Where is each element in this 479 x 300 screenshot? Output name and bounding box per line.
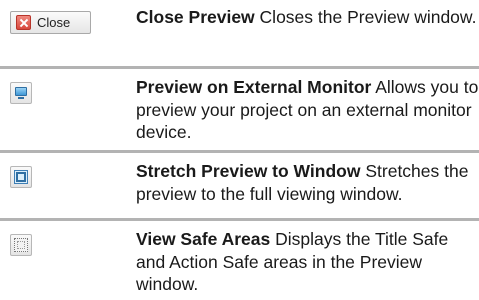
row-title: Preview on External Monitor [136, 77, 372, 97]
monitor-icon [15, 87, 27, 96]
row-close-preview: Close Close Preview Closes the Preview w… [0, 0, 479, 66]
close-x-icon [16, 15, 31, 30]
row-text: Closes the Preview window. [259, 7, 477, 27]
row-description: View Safe Areas Displays the Title Safe … [136, 228, 479, 296]
safe-areas-icon [14, 238, 28, 252]
row-description: Preview on External Monitor Allows you t… [136, 76, 479, 144]
preview-controls-table: Close Close Preview Closes the Preview w… [0, 0, 479, 300]
row-title: Close Preview [136, 7, 255, 27]
monitor-stand-icon [18, 97, 24, 99]
close-button-label: Close [37, 15, 71, 30]
row-divider [0, 218, 479, 221]
row-stretch-preview: Stretch Preview to Window Stretches the … [0, 154, 479, 217]
row-title: Stretch Preview to Window [136, 161, 361, 181]
stretch-preview-button[interactable] [10, 166, 32, 188]
external-monitor-button[interactable] [10, 82, 32, 104]
row-view-safe-areas: View Safe Areas Displays the Title Safe … [0, 222, 479, 300]
view-safe-areas-button[interactable] [10, 234, 32, 256]
row-external-monitor: Preview on External Monitor Allows you t… [0, 70, 479, 150]
row-divider [0, 66, 479, 69]
row-description: Close Preview Closes the Preview window. [136, 6, 479, 29]
row-description: Stretch Preview to Window Stretches the … [136, 160, 479, 205]
row-title: View Safe Areas [136, 229, 271, 249]
row-divider [0, 150, 479, 153]
stretch-icon [14, 170, 28, 184]
close-button[interactable]: Close [10, 11, 91, 34]
